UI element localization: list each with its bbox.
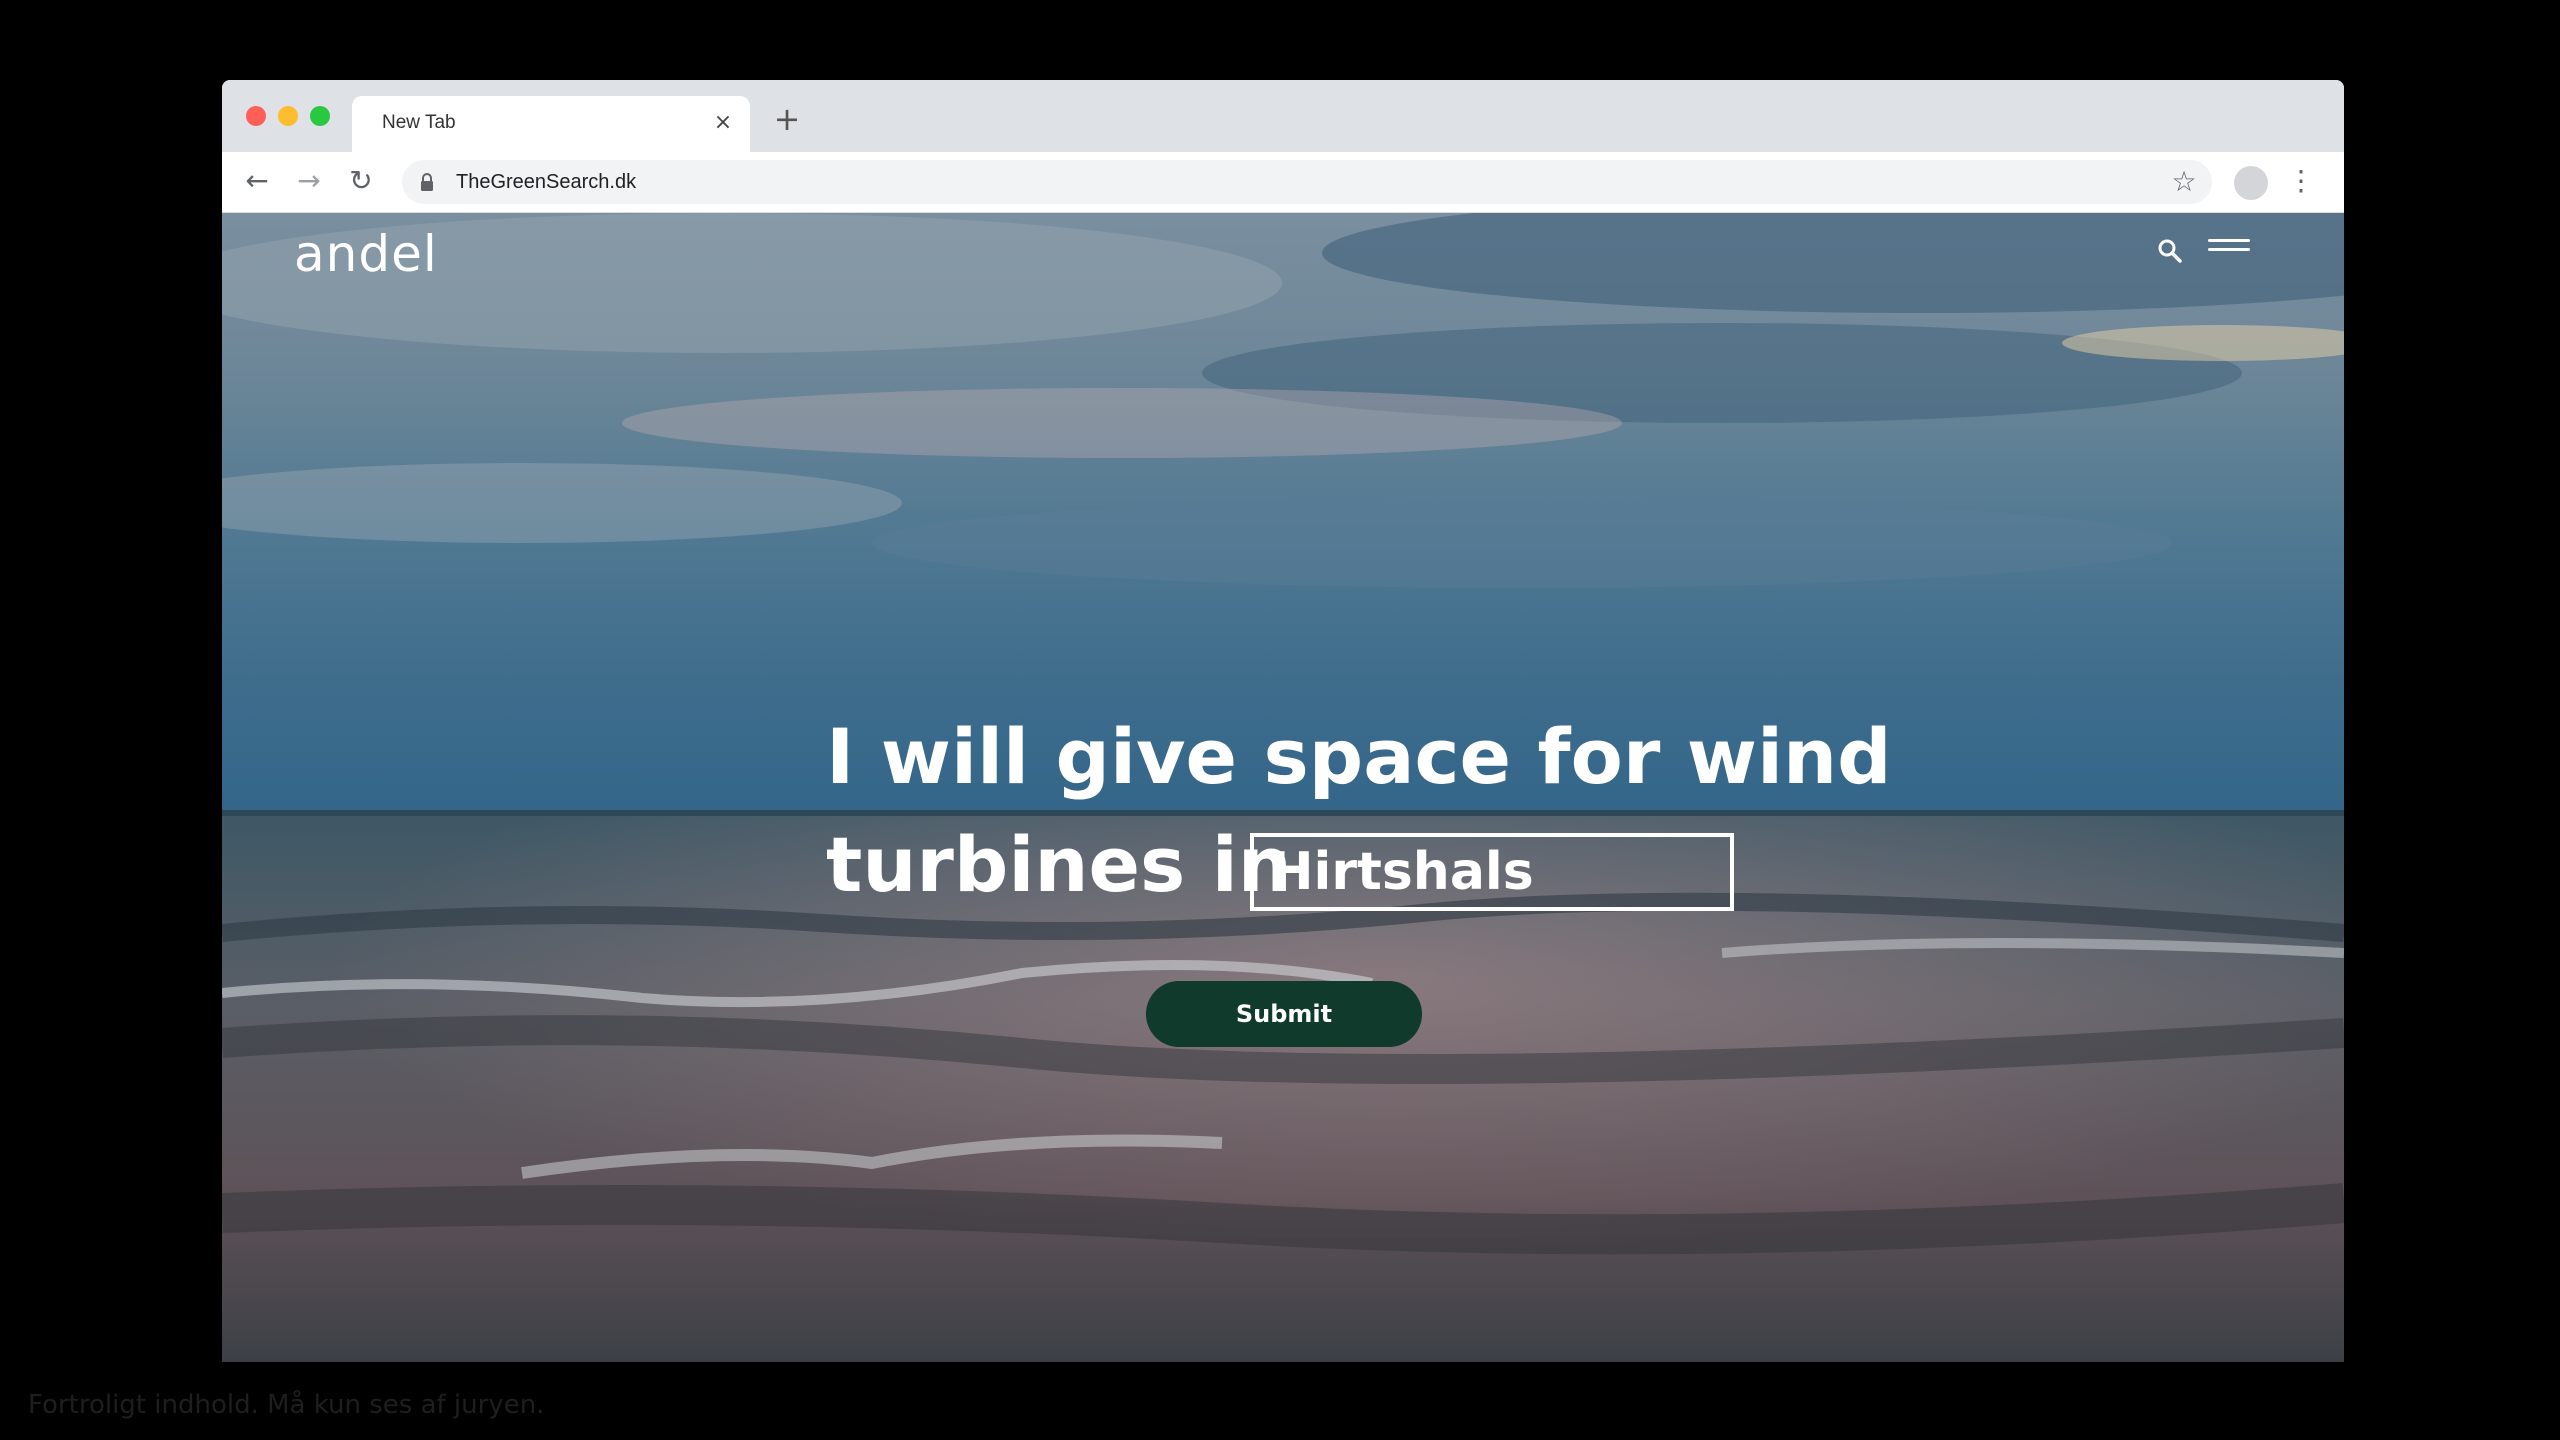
close-icon[interactable]: × <box>708 108 738 138</box>
location-input[interactable] <box>1254 837 1730 907</box>
kebab-menu-icon[interactable]: ⋮ <box>2286 164 2316 198</box>
page-viewport: andel I will give space for wind turbine… <box>222 213 2344 1362</box>
forward-arrow-icon[interactable]: → <box>292 164 326 198</box>
browser-window: New Tab × + ← → ↻ TheGreenSearch.dk ☆ ⋮ <box>222 80 2344 1362</box>
bookmark-star-icon[interactable]: ☆ <box>2168 166 2200 198</box>
search-icon[interactable] <box>2156 237 2184 265</box>
location-field-frame <box>1250 833 1734 911</box>
window-close-button[interactable] <box>246 106 266 126</box>
submit-button[interactable]: Submit <box>1146 981 1422 1047</box>
window-minimize-button[interactable] <box>278 106 298 126</box>
profile-avatar[interactable] <box>2234 166 2268 200</box>
window-maximize-button[interactable] <box>310 106 330 126</box>
hamburger-menu-icon[interactable] <box>2208 239 2252 259</box>
browser-toolbar: ← → ↻ TheGreenSearch.dk ☆ ⋮ <box>222 152 2344 213</box>
lock-icon <box>421 173 433 191</box>
headline-line-1: I will give space for wind <box>826 712 1892 801</box>
confidentiality-note: Fortroligt indhold. Må kun ses af juryen… <box>28 1390 545 1420</box>
tab-new-tab[interactable]: New Tab × <box>352 96 750 152</box>
andel-logo[interactable]: andel <box>294 225 438 283</box>
url-text: TheGreenSearch.dk <box>456 171 637 193</box>
back-arrow-icon[interactable]: ← <box>240 164 274 198</box>
presentation-stage: New Tab × + ← → ↻ TheGreenSearch.dk ☆ ⋮ <box>0 0 2560 1440</box>
tab-bar: New Tab × + <box>222 80 2344 152</box>
tab-title: New Tab <box>382 112 456 133</box>
address-bar[interactable]: TheGreenSearch.dk ☆ <box>402 160 2212 204</box>
reload-icon[interactable]: ↻ <box>344 164 378 198</box>
new-tab-plus-icon[interactable]: + <box>770 102 804 136</box>
